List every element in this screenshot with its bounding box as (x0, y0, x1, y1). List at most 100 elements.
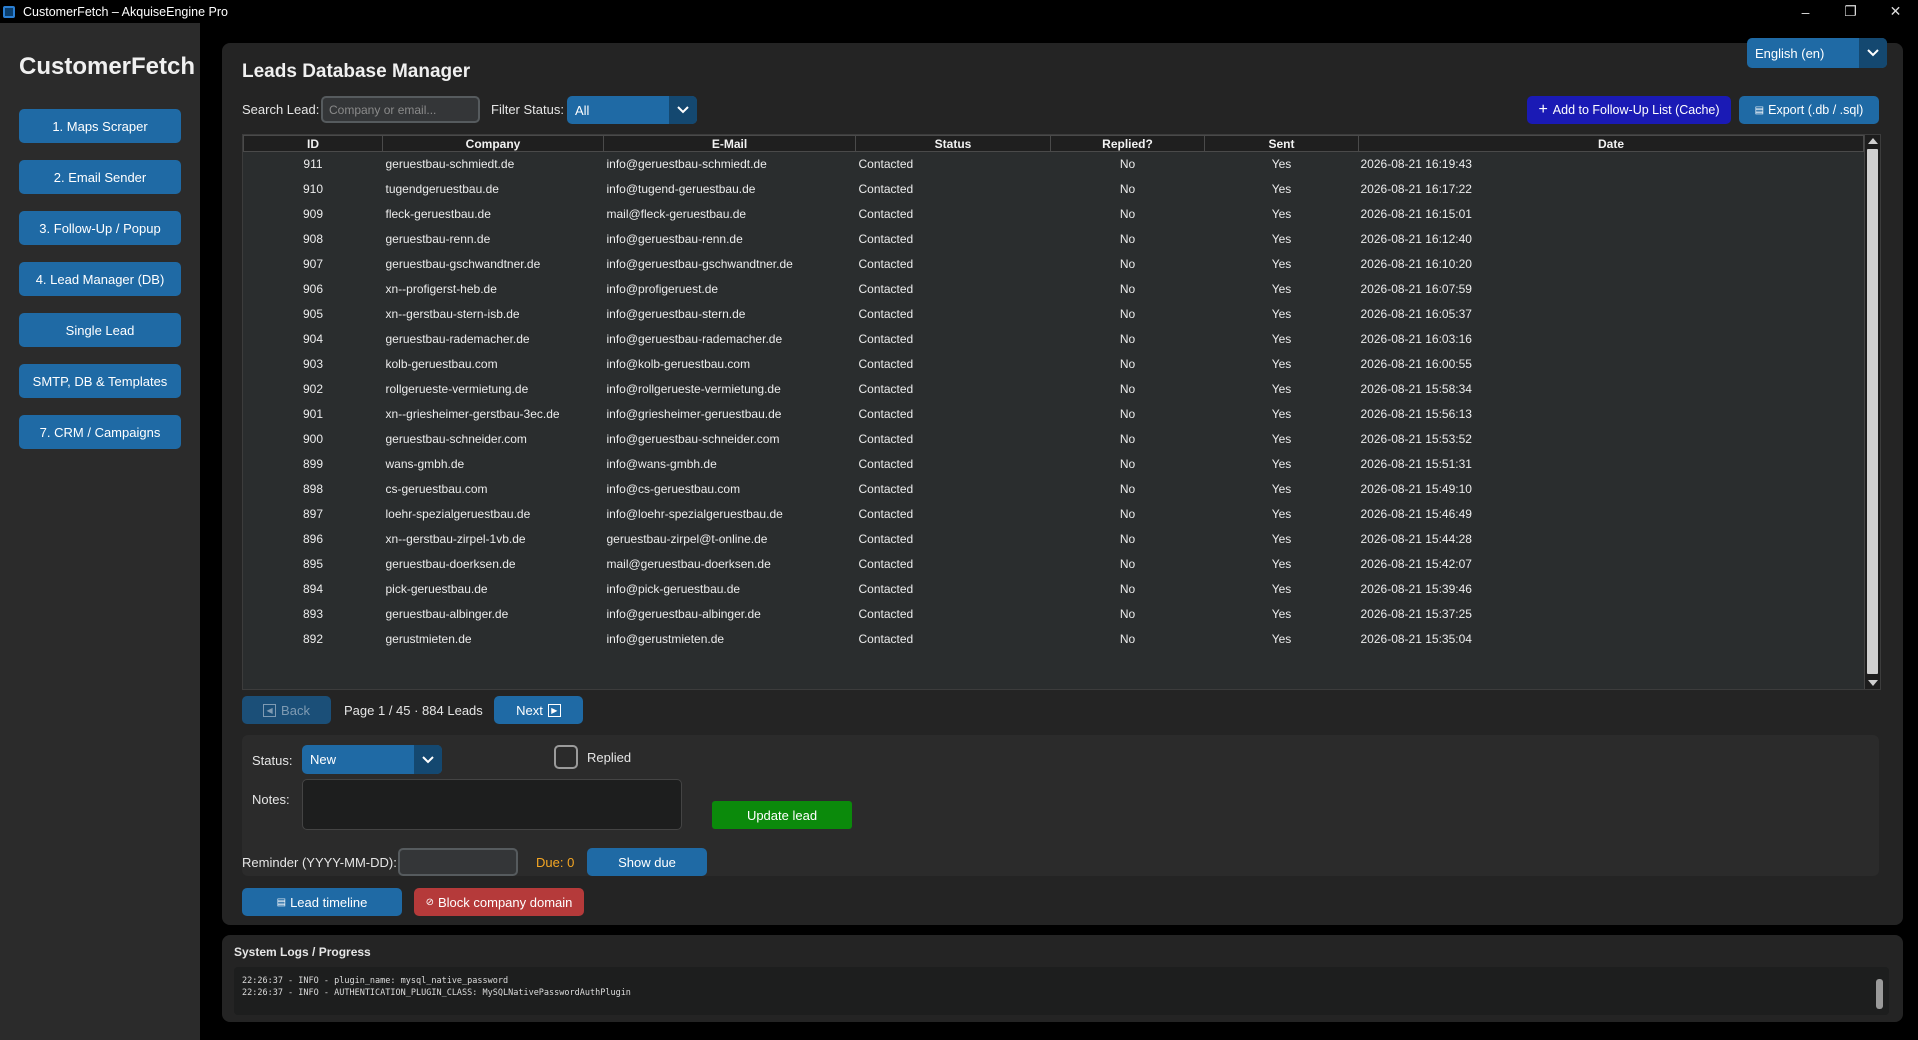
scroll-down-icon[interactable] (1868, 680, 1878, 686)
table-row[interactable]: 902 rollgerueste-vermietung.de info@rollge… (244, 377, 1864, 402)
cell-company: geruestbau-doerksen.de (385, 557, 516, 571)
cell-email: info@geruestbau-schneider.com (606, 432, 780, 446)
table-row[interactable]: 903 kolb-geruestbau.com info@kolb-geruestb… (244, 352, 1864, 377)
cell-date: 2026-08-21 16:19:43 (1360, 157, 1472, 172)
scroll-up-icon[interactable] (1868, 138, 1878, 144)
language-value: English (en) (1755, 45, 1825, 61)
column-header-replied[interactable]: Replied? (1050, 135, 1205, 152)
block-label: Block company domain (437, 894, 573, 910)
cell-id: 895 (302, 557, 324, 571)
cell-sent: Yes (1271, 332, 1292, 346)
cell-replied: No (1119, 582, 1136, 596)
cell-id: 902 (302, 382, 324, 396)
cell-email: info@gerustmieten.de (606, 632, 725, 646)
table-row[interactable]: 904 geruestbau-rademacher.de info@geruestb… (244, 327, 1864, 352)
table-row[interactable]: 897 loehr-spezialgeruestbau.de info@loehr-… (244, 502, 1864, 527)
nav-follow-up[interactable]: 3. Follow-Up / Popup (19, 211, 181, 245)
update-lead-button[interactable]: Update lead (712, 801, 852, 829)
nav-single-lead[interactable]: Single Lead (19, 313, 181, 347)
block-domain-button[interactable]: ⊘ Block company domain (414, 888, 584, 916)
cell-sent: Yes (1271, 557, 1292, 571)
cell-id: 903 (302, 357, 324, 371)
cell-date: 2026-08-21 15:44:28 (1360, 532, 1472, 546)
table-row[interactable]: 896 xn--gerstbau-zirpel-1vb.de geruestbau-… (244, 527, 1864, 552)
cell-status: Contacted (858, 157, 914, 172)
restore-icon[interactable]: ❐ (1828, 0, 1873, 23)
nav-smtp-db-templates[interactable]: SMTP, DB & Templates (19, 364, 181, 398)
column-header-sent[interactable]: Sent (1204, 135, 1359, 152)
cell-replied: No (1119, 232, 1136, 246)
plus-icon: + (1538, 101, 1548, 118)
cell-sent: Yes (1271, 582, 1292, 596)
table-row[interactable]: 894 pick-geruestbau.de info@pick-geruestba… (244, 577, 1864, 602)
status-select[interactable]: New (302, 745, 442, 774)
table-row[interactable]: 895 geruestbau-doerksen.de mail@geruestbau… (244, 552, 1864, 577)
notes-textarea[interactable] (302, 779, 682, 830)
table-row[interactable]: 900 geruestbau-schneider.com info@geruestb… (244, 427, 1864, 452)
cell-status: Contacted (858, 407, 914, 421)
cell-date: 2026-08-21 15:46:49 (1360, 507, 1472, 521)
column-header-status[interactable]: Status (855, 135, 1051, 152)
column-header-company[interactable]: Company (382, 135, 604, 152)
chevron-down-icon (414, 745, 442, 774)
next-button[interactable]: Next ▶ (494, 696, 583, 724)
column-header-date[interactable]: Date (1358, 135, 1864, 152)
close-icon[interactable]: ✕ (1873, 0, 1918, 23)
cell-email: info@geruestbau-albinger.de (606, 607, 761, 621)
filter-status-select[interactable]: All (567, 96, 697, 124)
table-scrollbar[interactable] (1864, 135, 1880, 689)
table-row[interactable]: 899 wans-gmbh.de info@wans-gmbh.de Contacte… (244, 452, 1864, 477)
table-row[interactable]: 893 geruestbau-albinger.de info@geruestbau… (244, 602, 1864, 627)
cell-date: 2026-08-21 15:58:34 (1360, 382, 1472, 396)
table-row[interactable]: 898 cs-geruestbau.com info@cs-geruestbau.c… (244, 477, 1864, 502)
minimize-icon[interactable]: – (1783, 0, 1828, 23)
table-row[interactable]: 911 geruestbau-schmiedt.de info@geruestbau… (244, 152, 1864, 177)
search-input[interactable] (321, 96, 480, 123)
cell-email: info@kolb-geruestbau.com (606, 357, 751, 371)
lead-timeline-button[interactable]: ▤ Lead timeline (242, 888, 402, 916)
table-row[interactable]: 910 tugendgeruestbau.de info@tugend-gerues… (244, 177, 1864, 202)
cell-status: Contacted (858, 557, 914, 571)
cell-date: 2026-08-21 15:37:25 (1360, 607, 1472, 621)
nav-crm-campaigns[interactable]: 7. CRM / Campaigns (19, 415, 181, 449)
title-bar: CustomerFetch – AkquiseEngine Pro – ❐ ✕ (0, 0, 1918, 23)
cell-replied: No (1119, 207, 1136, 221)
table-row[interactable]: 901 xn--griesheimer-gerstbau-3ec.de info@g… (244, 402, 1864, 427)
table-row[interactable]: 906 xn--profigerst-heb.de info@profigerues… (244, 277, 1864, 302)
leads-table-container: ID Company E-Mail Status Replied? Sent D… (242, 134, 1881, 690)
cell-replied: No (1119, 257, 1136, 271)
nav-email-sender[interactable]: 2. Email Sender (19, 160, 181, 194)
table-row[interactable]: 909 fleck-geruestbau.de mail@fleck-geruest… (244, 202, 1864, 227)
table-row[interactable]: 907 geruestbau-gschwandtner.de info@gerues… (244, 252, 1864, 277)
cell-id: 896 (302, 532, 324, 546)
cell-status: Contacted (858, 532, 914, 546)
cell-company: xn--griesheimer-gerstbau-3ec.de (385, 407, 560, 421)
scrollbar-thumb[interactable] (1867, 149, 1878, 674)
show-due-button[interactable]: Show due (587, 848, 707, 876)
cell-id: 907 (302, 257, 324, 271)
nav-maps-scraper[interactable]: 1. Maps Scraper (19, 109, 181, 143)
back-button[interactable]: ◀ Back (242, 696, 331, 724)
cell-date: 2026-08-21 16:17:22 (1360, 182, 1472, 196)
column-header-id[interactable]: ID (243, 135, 383, 152)
language-select[interactable]: English (en) (1747, 38, 1887, 68)
table-row[interactable]: 892 gerustmieten.de info@gerustmieten.de Co… (244, 627, 1864, 652)
cell-date: 2026-08-21 16:07:59 (1360, 282, 1472, 296)
cell-date: 2026-08-21 15:49:10 (1360, 482, 1472, 496)
table-row[interactable]: 905 xn--gerstbau-stern-isb.de info@geruest… (244, 302, 1864, 327)
cell-email: info@geruestbau-gschwandtner.de (606, 257, 793, 271)
cell-replied: No (1119, 457, 1136, 471)
window-title: CustomerFetch – AkquiseEngine Pro (23, 4, 228, 19)
logs-scrollbar[interactable] (1876, 979, 1883, 1009)
add-to-follow-up-button[interactable]: + Add to Follow-Up List (Cache) (1527, 96, 1731, 124)
filter-value: All (575, 102, 590, 118)
export-button[interactable]: ▤ Export (.db / .sql) (1739, 96, 1879, 124)
column-header-email[interactable]: E-Mail (603, 135, 856, 152)
reminder-date-input[interactable] (398, 848, 518, 876)
replied-checkbox[interactable] (554, 745, 578, 769)
cell-status: Contacted (858, 207, 914, 221)
table-row[interactable]: 908 geruestbau-renn.de info@geruestbau-ren… (244, 227, 1864, 252)
cell-company: geruestbau-schneider.com (385, 432, 527, 446)
cell-status: Contacted (858, 432, 914, 446)
nav-lead-manager[interactable]: 4. Lead Manager (DB) (19, 262, 181, 296)
